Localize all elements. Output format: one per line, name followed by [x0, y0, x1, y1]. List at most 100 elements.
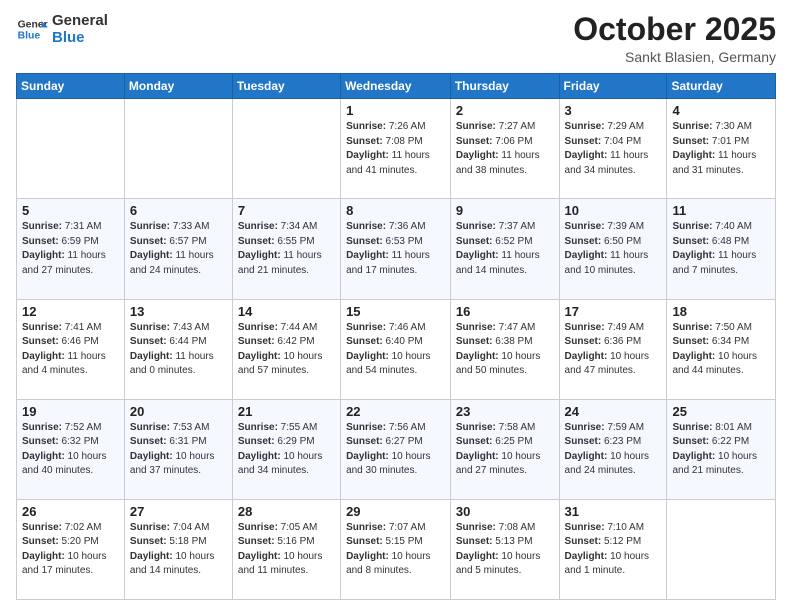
- table-row: 14 Sunrise: 7:44 AMSunset: 6:42 PMDayligh…: [232, 299, 340, 399]
- calendar-header-row: Sunday Monday Tuesday Wednesday Thursday…: [17, 74, 776, 99]
- day-info: Sunrise: 7:43 AMSunset: 6:44 PMDaylight:…: [130, 321, 227, 379]
- table-row: [17, 99, 125, 199]
- day-info: Sunrise: 7:07 AMSunset: 5:15 PMDaylight:…: [346, 521, 445, 579]
- header-friday: Friday: [559, 74, 667, 99]
- day-info: Sunrise: 7:29 AMSunset: 7:04 PMDaylight:…: [565, 120, 662, 178]
- day-info: Sunrise: 7:10 AMSunset: 5:12 PMDaylight:…: [565, 521, 662, 579]
- day-number: 3: [565, 103, 662, 118]
- page-header: General Blue General Blue October 2025 S…: [16, 12, 776, 65]
- day-number: 6: [130, 203, 227, 218]
- day-info: Sunrise: 7:33 AMSunset: 6:57 PMDaylight:…: [130, 220, 227, 278]
- table-row: 28 Sunrise: 7:05 AMSunset: 5:16 PMDayligh…: [232, 499, 340, 599]
- table-row: 19 Sunrise: 7:52 AMSunset: 6:32 PMDayligh…: [17, 399, 125, 499]
- header-thursday: Thursday: [450, 74, 559, 99]
- table-row: [667, 499, 776, 599]
- table-row: 29 Sunrise: 7:07 AMSunset: 5:15 PMDayligh…: [341, 499, 451, 599]
- day-number: 30: [456, 504, 554, 519]
- day-info: Sunrise: 7:56 AMSunset: 6:27 PMDaylight:…: [346, 421, 445, 479]
- header-sunday: Sunday: [17, 74, 125, 99]
- calendar-table: Sunday Monday Tuesday Wednesday Thursday…: [16, 73, 776, 600]
- day-info: Sunrise: 7:41 AMSunset: 6:46 PMDaylight:…: [22, 321, 119, 379]
- month-title: October 2025: [573, 12, 776, 47]
- table-row: 6 Sunrise: 7:33 AMSunset: 6:57 PMDaylight…: [124, 199, 232, 299]
- day-number: 27: [130, 504, 227, 519]
- day-info: Sunrise: 7:44 AMSunset: 6:42 PMDaylight:…: [238, 321, 335, 379]
- day-number: 19: [22, 404, 119, 419]
- table-row: 24 Sunrise: 7:59 AMSunset: 6:23 PMDayligh…: [559, 399, 667, 499]
- day-info: Sunrise: 7:08 AMSunset: 5:13 PMDaylight:…: [456, 521, 554, 579]
- table-row: 25 Sunrise: 8:01 AMSunset: 6:22 PMDayligh…: [667, 399, 776, 499]
- day-info: Sunrise: 7:52 AMSunset: 6:32 PMDaylight:…: [22, 421, 119, 479]
- day-number: 24: [565, 404, 662, 419]
- day-number: 14: [238, 304, 335, 319]
- day-info: Sunrise: 7:04 AMSunset: 5:18 PMDaylight:…: [130, 521, 227, 579]
- day-info: Sunrise: 7:30 AMSunset: 7:01 PMDaylight:…: [672, 120, 770, 178]
- day-number: 18: [672, 304, 770, 319]
- day-info: Sunrise: 7:49 AMSunset: 6:36 PMDaylight:…: [565, 321, 662, 379]
- day-info: Sunrise: 7:58 AMSunset: 6:25 PMDaylight:…: [456, 421, 554, 479]
- day-info: Sunrise: 7:27 AMSunset: 7:06 PMDaylight:…: [456, 120, 554, 178]
- day-number: 16: [456, 304, 554, 319]
- day-number: 10: [565, 203, 662, 218]
- header-saturday: Saturday: [667, 74, 776, 99]
- table-row: 17 Sunrise: 7:49 AMSunset: 6:36 PMDayligh…: [559, 299, 667, 399]
- day-number: 28: [238, 504, 335, 519]
- table-row: [232, 99, 340, 199]
- day-number: 13: [130, 304, 227, 319]
- day-number: 31: [565, 504, 662, 519]
- day-number: 4: [672, 103, 770, 118]
- logo-blue: Blue: [52, 29, 108, 46]
- day-number: 12: [22, 304, 119, 319]
- day-number: 26: [22, 504, 119, 519]
- table-row: 18 Sunrise: 7:50 AMSunset: 6:34 PMDayligh…: [667, 299, 776, 399]
- day-info: Sunrise: 7:31 AMSunset: 6:59 PMDaylight:…: [22, 220, 119, 278]
- table-row: 2 Sunrise: 7:27 AMSunset: 7:06 PMDaylight…: [450, 99, 559, 199]
- table-row: 31 Sunrise: 7:10 AMSunset: 5:12 PMDayligh…: [559, 499, 667, 599]
- day-number: 23: [456, 404, 554, 419]
- logo-general: General: [52, 12, 108, 29]
- day-number: 20: [130, 404, 227, 419]
- day-info: Sunrise: 7:05 AMSunset: 5:16 PMDaylight:…: [238, 521, 335, 579]
- day-info: Sunrise: 7:53 AMSunset: 6:31 PMDaylight:…: [130, 421, 227, 479]
- day-number: 9: [456, 203, 554, 218]
- day-number: 21: [238, 404, 335, 419]
- table-row: 20 Sunrise: 7:53 AMSunset: 6:31 PMDayligh…: [124, 399, 232, 499]
- day-info: Sunrise: 7:59 AMSunset: 6:23 PMDaylight:…: [565, 421, 662, 479]
- table-row: 23 Sunrise: 7:58 AMSunset: 6:25 PMDayligh…: [450, 399, 559, 499]
- day-number: 1: [346, 103, 445, 118]
- header-wednesday: Wednesday: [341, 74, 451, 99]
- day-info: Sunrise: 7:55 AMSunset: 6:29 PMDaylight:…: [238, 421, 335, 479]
- table-row: 7Sunrise: 7:34 AMSunset: 6:55 PMDaylight…: [232, 199, 340, 299]
- day-number: 15: [346, 304, 445, 319]
- day-info: Sunrise: 7:36 AMSunset: 6:53 PMDaylight:…: [346, 220, 445, 278]
- day-info: Sunrise: 8:01 AMSunset: 6:22 PMDaylight:…: [672, 421, 770, 479]
- table-row: 8 Sunrise: 7:36 AMSunset: 6:53 PMDaylight…: [341, 199, 451, 299]
- svg-text:Blue: Blue: [18, 31, 41, 42]
- table-row: 3 Sunrise: 7:29 AMSunset: 7:04 PMDaylight…: [559, 99, 667, 199]
- day-number: 29: [346, 504, 445, 519]
- header-monday: Monday: [124, 74, 232, 99]
- day-number: 11: [672, 203, 770, 218]
- day-number: 2: [456, 103, 554, 118]
- day-info: Sunrise: 7:34 AMSunset: 6:55 PMDaylight:…: [238, 220, 335, 278]
- title-block: October 2025 Sankt Blasien, Germany: [573, 12, 776, 65]
- day-info: Sunrise: 7:26 AMSunset: 7:08 PMDaylight:…: [346, 120, 445, 178]
- table-row: 1 Sunrise: 7:26 AMSunset: 7:08 PMDaylight…: [341, 99, 451, 199]
- table-row: 26 Sunrise: 7:02 AMSunset: 5:20 PMDayligh…: [17, 499, 125, 599]
- calendar-week-row: 26 Sunrise: 7:02 AMSunset: 5:20 PMDayligh…: [17, 499, 776, 599]
- day-info: Sunrise: 7:02 AMSunset: 5:20 PMDaylight:…: [22, 521, 119, 579]
- table-row: 9Sunrise: 7:37 AMSunset: 6:52 PMDaylight…: [450, 199, 559, 299]
- day-info: Sunrise: 7:40 AMSunset: 6:48 PMDaylight:…: [672, 220, 770, 278]
- table-row: 16Sunrise: 7:47 AMSunset: 6:38 PMDayligh…: [450, 299, 559, 399]
- table-row: 27 Sunrise: 7:04 AMSunset: 5:18 PMDayligh…: [124, 499, 232, 599]
- day-number: 5: [22, 203, 119, 218]
- day-number: 25: [672, 404, 770, 419]
- logo: General Blue General Blue: [16, 12, 108, 47]
- day-info: Sunrise: 7:50 AMSunset: 6:34 PMDaylight:…: [672, 321, 770, 379]
- day-info: Sunrise: 7:39 AMSunset: 6:50 PMDaylight:…: [565, 220, 662, 278]
- calendar-week-row: 1 Sunrise: 7:26 AMSunset: 7:08 PMDaylight…: [17, 99, 776, 199]
- table-row: 15Sunrise: 7:46 AMSunset: 6:40 PMDayligh…: [341, 299, 451, 399]
- day-number: 17: [565, 304, 662, 319]
- table-row: [124, 99, 232, 199]
- day-number: 8: [346, 203, 445, 218]
